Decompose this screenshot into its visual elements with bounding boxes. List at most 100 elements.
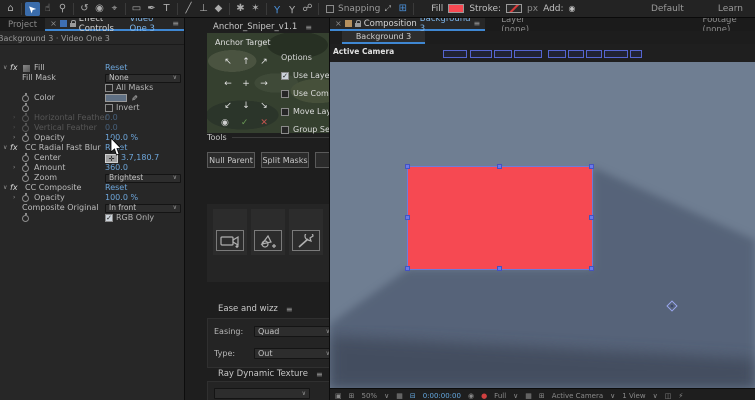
selection-handle[interactable] bbox=[405, 164, 410, 169]
zoom-dropdown[interactable]: Brightest ∨ bbox=[105, 173, 181, 183]
tab-layer[interactable]: Layer (none) bbox=[493, 18, 546, 35]
tab-footage[interactable]: Footage (none) bbox=[695, 18, 755, 35]
grid-view-icon[interactable]: ⊞ bbox=[395, 2, 410, 16]
panel-menu-icon[interactable]: ≡ bbox=[172, 19, 179, 28]
puppet-tool-icon[interactable]: ✶ bbox=[248, 2, 263, 16]
effect-header-cc-composite[interactable]: ∨ fx CC Composite Reset bbox=[0, 183, 184, 193]
chevron-down-icon[interactable]: ∨ bbox=[513, 392, 518, 400]
ray-dynamic-texture-header[interactable]: Ray Dynamic Texture ≡ bbox=[218, 369, 323, 379]
tab-effect-controls[interactable]: × Effect Controls Video One 3 ≡ bbox=[45, 18, 184, 34]
workspace-default-button[interactable]: Default bbox=[651, 4, 684, 14]
reset-link[interactable]: Reset bbox=[105, 63, 127, 73]
type-dropdown[interactable]: Out ∨ bbox=[254, 348, 329, 359]
panel-menu-icon[interactable]: ≡ bbox=[305, 23, 312, 32]
twirl-icon[interactable]: ∨ bbox=[3, 183, 7, 193]
zoom-tool-icon[interactable]: ⚲ bbox=[55, 2, 70, 16]
comp-viewport[interactable] bbox=[330, 62, 755, 388]
anchor-right-button[interactable]: → bbox=[255, 75, 273, 97]
ray-dropdown[interactable]: ∨ bbox=[214, 388, 310, 399]
chevron-down-icon[interactable]: ∨ bbox=[610, 392, 615, 400]
magnification-value[interactable]: 50% bbox=[362, 392, 378, 400]
anchor-center-button[interactable]: + bbox=[237, 75, 255, 97]
stopwatch-icon[interactable] bbox=[22, 153, 29, 162]
twirl-icon[interactable]: › bbox=[13, 133, 15, 143]
easing-dropdown[interactable]: Quad ∨ bbox=[254, 326, 329, 337]
fast-previews-icon[interactable]: ⚡ bbox=[678, 392, 683, 400]
fill-color-swatch[interactable] bbox=[448, 4, 465, 13]
channel-icon[interactable]: ● bbox=[481, 392, 487, 400]
type-tool-icon[interactable]: T bbox=[159, 2, 174, 16]
add-icon[interactable]: ◉ bbox=[569, 4, 576, 13]
cancel-x-icon[interactable]: ✕ bbox=[260, 118, 268, 128]
twirl-icon[interactable]: ∨ bbox=[3, 63, 7, 73]
stopwatch-icon[interactable] bbox=[22, 193, 29, 202]
use-comps-checkbox[interactable] bbox=[281, 89, 289, 98]
camera-tool-icon[interactable]: ◉ bbox=[92, 2, 107, 16]
prop-value[interactable]: 0.0 bbox=[105, 113, 118, 123]
rig-alt-tool-icon[interactable]: ⅄ bbox=[285, 2, 300, 16]
selection-tool-icon[interactable]: ➤ bbox=[25, 1, 40, 16]
anchor-bottom-right-button[interactable]: ↘ bbox=[255, 97, 273, 119]
home-icon[interactable]: ⌂ bbox=[3, 2, 18, 16]
pixel-aspect-icon[interactable]: ◫ bbox=[665, 392, 672, 400]
reset-link[interactable]: Reset bbox=[105, 183, 127, 193]
twirl-icon[interactable]: › bbox=[13, 193, 15, 203]
add-camera-button[interactable] bbox=[216, 230, 244, 251]
rotobrush-tool-icon[interactable]: ✱ bbox=[233, 2, 248, 16]
eyedropper-icon[interactable]: ✎ bbox=[128, 95, 138, 102]
graph-editor-icon[interactable]: ⤢ bbox=[380, 2, 395, 16]
anchor-left-button[interactable]: ← bbox=[219, 75, 237, 97]
confirm-check-icon[interactable]: ✓ bbox=[241, 118, 249, 128]
lock-icon[interactable] bbox=[354, 19, 361, 27]
stopwatch-icon[interactable] bbox=[22, 173, 29, 182]
selection-handle[interactable] bbox=[405, 215, 410, 220]
brush-tool-icon[interactable]: ╱ bbox=[181, 2, 196, 16]
color-swatch[interactable] bbox=[105, 94, 127, 102]
snapping-checkbox[interactable] bbox=[326, 4, 334, 13]
chevron-down-icon[interactable]: ∨ bbox=[653, 392, 658, 400]
prop-value[interactable]: 360.0 bbox=[105, 163, 128, 173]
split-masks-button[interactable]: Split Masks bbox=[261, 152, 309, 168]
fill-mask-dropdown[interactable]: None ∨ bbox=[105, 73, 181, 83]
stroke-width-label[interactable]: px bbox=[527, 4, 538, 14]
stopwatch-icon[interactable] bbox=[22, 213, 29, 222]
guides-icon[interactable]: ▦ bbox=[396, 392, 403, 400]
view-layout-value[interactable]: 1 View bbox=[622, 392, 645, 400]
comp-tab-background-3[interactable]: Background 3 bbox=[342, 31, 425, 44]
selection-handle[interactable] bbox=[405, 266, 410, 271]
use-layers-checkbox[interactable]: ✓ bbox=[281, 71, 289, 80]
preview-timecode[interactable]: 0:00:00:00 bbox=[423, 392, 461, 400]
selection-handle[interactable] bbox=[589, 164, 594, 169]
panel-menu-icon[interactable]: ≡ bbox=[474, 19, 481, 28]
anchor-top-button[interactable]: ↑ bbox=[237, 53, 255, 75]
all-masks-checkbox[interactable] bbox=[105, 84, 113, 92]
prop-value[interactable]: 3.7,180.7 bbox=[121, 153, 159, 163]
stopwatch-icon[interactable] bbox=[22, 163, 29, 172]
stopwatch-icon[interactable] bbox=[22, 133, 29, 142]
composite-original-dropdown[interactable]: In front ∨ bbox=[105, 203, 181, 213]
roi-icon[interactable]: ▦ bbox=[525, 392, 532, 400]
pen-tool-icon[interactable]: ✒ bbox=[144, 2, 159, 16]
hand-tool-icon[interactable]: ☝ bbox=[40, 2, 55, 16]
transparency-grid-icon[interactable]: ⊞ bbox=[539, 392, 545, 400]
selection-handle[interactable] bbox=[589, 266, 594, 271]
effect-header-cc-radial-fast-blur[interactable]: ∨ fx CC Radial Fast Blur Reset bbox=[0, 143, 184, 153]
eraser-tool-icon[interactable]: ◆ bbox=[211, 2, 226, 16]
red-shape-layer[interactable] bbox=[407, 166, 593, 270]
add-null-button[interactable] bbox=[254, 230, 282, 251]
stopwatch-icon[interactable] bbox=[22, 123, 29, 132]
effect-header-fill[interactable]: ∨ fx Fill Reset bbox=[0, 63, 184, 73]
panel-menu-icon[interactable]: ≡ bbox=[286, 305, 293, 314]
stamp-tool-icon[interactable]: ⊥ bbox=[196, 2, 211, 16]
snapshot-icon[interactable]: ⊟ bbox=[410, 392, 416, 400]
workspace-learn-button[interactable]: Learn bbox=[718, 4, 743, 14]
twirl-icon[interactable]: › bbox=[13, 123, 15, 133]
rectangle-tool-icon[interactable]: ▭ bbox=[129, 2, 144, 16]
twirl-icon[interactable]: › bbox=[13, 163, 15, 173]
pan-behind-tool-icon[interactable]: ⌖ bbox=[107, 2, 122, 16]
anchor-bottom-button[interactable]: ↓ bbox=[237, 97, 255, 119]
stopwatch-icon[interactable] bbox=[22, 113, 29, 122]
magnification-icon[interactable]: ⊞ bbox=[349, 392, 355, 400]
twirl-icon[interactable]: ∨ bbox=[3, 143, 7, 153]
anchor-top-right-button[interactable]: ↗ bbox=[255, 53, 273, 75]
